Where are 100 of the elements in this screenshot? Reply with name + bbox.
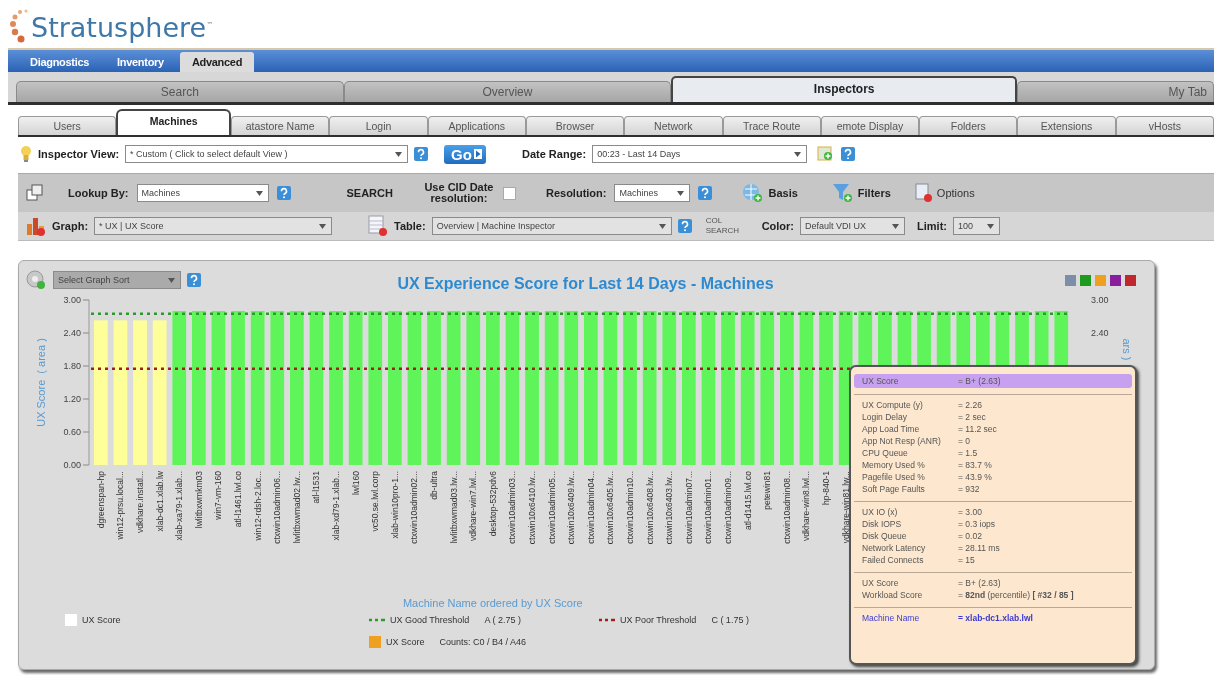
tab[interactable]: Applications (427, 116, 526, 135)
caret-icon (395, 151, 403, 157)
caret-icon (255, 190, 263, 196)
options-button[interactable]: Options (914, 183, 975, 203)
tooltip-value: = 15 (958, 555, 975, 565)
axis-tick-label: lwlitbxwmad03.lw... (448, 471, 459, 544)
axis-tick-label: 3.00 (63, 295, 81, 305)
help-icon[interactable] (276, 186, 291, 200)
label: Table: (394, 220, 426, 232)
axis-tick-label: vdkhare.instatl... (135, 471, 146, 533)
color-swatch[interactable] (1065, 274, 1076, 286)
axis-tick-label: 2.40 (63, 328, 81, 338)
axis-tick-label: 1.20 (63, 394, 81, 404)
table-select[interactable]: Overview | Machine Inspector (431, 217, 672, 235)
color-swatch[interactable] (1110, 274, 1121, 286)
lookup-select[interactable]: Machines (136, 184, 269, 202)
arrow-icon (473, 149, 482, 159)
axis-tick-label: ctxwin10admin02... (409, 471, 420, 544)
inspector-view-select[interactable]: * Custom ( Click to select default View ) (125, 145, 409, 163)
tooltip-label: Failed Connects (862, 555, 925, 565)
tab[interactable]: Machines (116, 109, 232, 135)
tooltip-value: = B+ (2.63) (958, 578, 1001, 588)
tab[interactable]: Inspectors (671, 76, 1018, 102)
caret-icon (168, 277, 175, 283)
tab[interactable]: Login (329, 116, 428, 135)
checkbox[interactable] (502, 186, 516, 200)
tooltip-value: = 932 (958, 484, 980, 494)
legend-value: Counts: C0 / B4 / A46 (439, 637, 527, 647)
tab[interactable]: vHosts (1115, 116, 1214, 135)
tab[interactable]: Extensions (1017, 116, 1116, 135)
tooltip-label: CPU Queue (862, 448, 909, 458)
axis-tick-label: vdkhare-win7.lwl... (468, 471, 479, 541)
windows-icon[interactable] (26, 184, 44, 202)
basis-button[interactable]: Basis (742, 183, 798, 203)
help-icon[interactable] (414, 147, 429, 161)
tab[interactable]: Overview (343, 81, 672, 102)
tab[interactable]: atastore Name (231, 116, 330, 135)
tooltip-value: = 2.26 (958, 400, 982, 410)
tooltip-label: Workload Score (862, 590, 924, 600)
tooltip-value: = 82nd (percentile) [ #32 / 85 ] (958, 590, 1074, 600)
legend-label: UX Good Threshold (390, 615, 470, 625)
tab[interactable]: Diagnostics (18, 52, 102, 72)
axis-tick-label: ctxwin10admin07... (683, 471, 694, 544)
gear-add-icon[interactable] (25, 269, 47, 291)
chart-title: UX Experience Score for Last 14 Days - Machines (397, 274, 774, 293)
legend-label: UX Score (82, 615, 121, 625)
tab[interactable]: Search (16, 81, 344, 102)
help-icon[interactable] (187, 273, 201, 287)
tab[interactable]: emote Display (820, 116, 920, 135)
axis-tick-label: win12-rdsh-2.loc... (252, 471, 263, 541)
go-button[interactable]: Go (444, 144, 486, 164)
help-icon[interactable] (698, 186, 713, 200)
axis-tick-label: hp-840-1 (821, 471, 832, 506)
axis-tick-label: vc50.se.lwl.corp (370, 471, 381, 532)
axis-tick-label: lwlitbxwmad02.lw... (291, 471, 302, 544)
tooltip-label: App Not Resp (ANR) (862, 436, 942, 446)
tab[interactable]: Folders (919, 116, 1018, 135)
label: Lookup By: (68, 187, 129, 199)
color-swatch[interactable] (1095, 274, 1106, 286)
tooltip-label: Soft Page Faults (862, 484, 926, 494)
filters-button[interactable]: Filters (831, 183, 891, 203)
tooltip-label: UX Compute (y) (862, 400, 924, 410)
legend-value: A ( 2.75 ) (484, 615, 521, 625)
tab[interactable]: Users (18, 116, 117, 135)
tab[interactable]: Browser (525, 116, 625, 135)
tooltip-value: = 0 (958, 436, 971, 446)
axis-title: UX Score ( area ) (35, 338, 47, 427)
graph-sort-select[interactable]: Select Graph Sort (53, 271, 181, 289)
color-swatch[interactable] (1125, 274, 1136, 286)
tooltip-label: Machine Name (862, 613, 921, 623)
tooltip-value: = B+ (2.63) (958, 376, 1001, 386)
tab[interactable]: Trace Route (722, 116, 821, 135)
axis-tick-label: ctxwin10admin01... (703, 471, 714, 544)
tab[interactable]: Inventory (105, 52, 176, 72)
resolution-select[interactable]: Machines (614, 184, 691, 202)
axis-tick-label: win7-vm-160 (213, 471, 224, 520)
color-swatch[interactable] (1080, 274, 1091, 286)
label: Date Range: (521, 148, 587, 160)
legend-label: UX Poor Threshold (620, 615, 697, 625)
color-select[interactable]: Default VDI UX (800, 217, 906, 235)
graph-select[interactable]: * UX | UX Score (94, 217, 333, 235)
date-range-select[interactable]: 00:23 - Last 14 Days (592, 145, 808, 163)
axis-tick-label: ctxwin10admin04... (585, 471, 596, 544)
tooltip-value: = 0.02 (958, 531, 982, 541)
tooltip-label: UX Score (862, 578, 900, 588)
tooltip-value: = 11.2 sec (958, 424, 997, 434)
help-icon[interactable] (677, 219, 692, 233)
machine-link[interactable]: = xlab-dc1.xlab.lwl (958, 613, 1033, 623)
limit-select[interactable]: 100 (953, 217, 1000, 235)
globe-add-icon (742, 183, 765, 203)
tab[interactable]: Network (624, 116, 723, 135)
axis-tick-label: win12-prsu.local... (115, 471, 126, 540)
help-icon[interactable] (841, 147, 856, 161)
label: Inspector View: (38, 148, 120, 160)
axis-tick-label: ctxwin10admin08... (781, 471, 792, 544)
tab[interactable]: Advanced (179, 52, 255, 72)
axis-title: Machine Name ordered by UX Score (402, 597, 583, 609)
axis-tick-label: atl-l1531 (311, 471, 322, 504)
tab[interactable]: My Tab (1017, 81, 1214, 102)
axis-title: ars ) (1121, 338, 1133, 361)
